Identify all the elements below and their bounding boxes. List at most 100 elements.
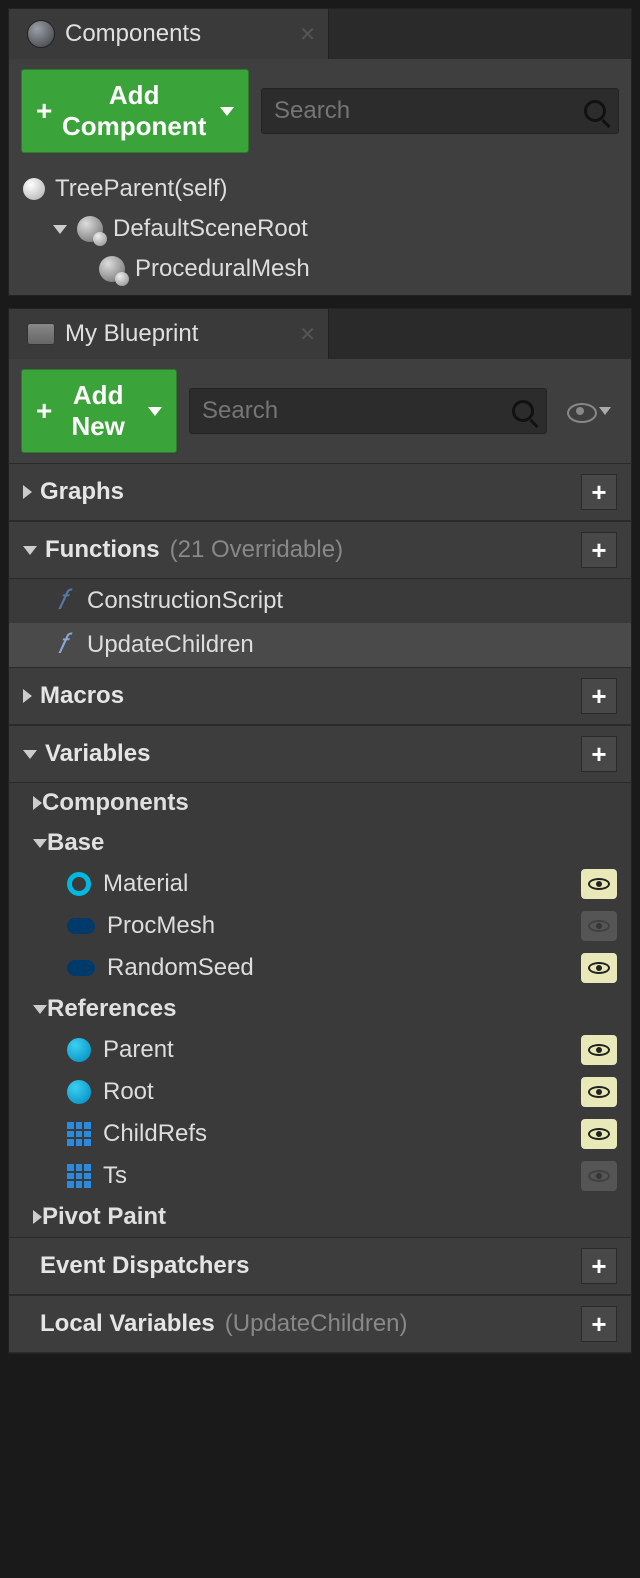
add-component-button[interactable]: + Add Component [21,69,249,153]
var-parent[interactable]: Parent [9,1029,631,1071]
blueprint-search[interactable] [189,388,547,434]
object-ref-icon [67,872,91,896]
var-name: RandomSeed [107,954,254,982]
event-dispatchers-header[interactable]: Event Dispatchers + [9,1237,631,1295]
chevron-right-icon [33,1210,42,1224]
object-icon [67,1080,91,1104]
visibility-toggle[interactable] [581,1035,617,1065]
components-toolbar: + Add Component [9,59,631,163]
chevron-down-icon [599,407,611,415]
function-icon: 𝑓 [49,629,75,661]
function-item-updatechildren[interactable]: 𝑓 UpdateChildren [9,623,631,667]
components-search[interactable] [261,88,619,134]
blueprint-tab[interactable]: My Blueprint ✕ [9,309,329,359]
var-randomseed[interactable]: RandomSeed [9,947,631,989]
local-variables-header[interactable]: Local Variables (UpdateChildren) + [9,1295,631,1353]
visibility-toggle[interactable] [581,869,617,899]
plus-icon: + [36,95,52,127]
blueprint-tab-icon [27,323,55,345]
visibility-toggle[interactable] [581,1161,617,1191]
var-procmesh[interactable]: ProcMesh [9,905,631,947]
add-dispatcher-button[interactable]: + [581,1248,617,1284]
var-group-label: Base [47,829,104,857]
var-group-base[interactable]: Base [9,823,631,863]
chevron-right-icon [23,485,32,499]
macros-label: Macros [40,682,124,710]
components-tree: TreeParent(self) DefaultSceneRoot Proced… [9,163,631,295]
function-name: ConstructionScript [87,587,283,615]
view-options-button[interactable] [559,403,619,419]
chevron-right-icon [23,689,32,703]
var-group-references[interactable]: References [9,989,631,1029]
components-tab-icon [27,20,55,48]
add-component-label: Add Component [60,80,208,142]
add-function-button[interactable]: + [581,532,617,568]
tree-row-procmesh[interactable]: ProceduralMesh [9,249,631,289]
var-group-components[interactable]: Components [9,783,631,823]
var-name: Ts [103,1162,127,1190]
add-local-var-button[interactable]: + [581,1306,617,1342]
var-root[interactable]: Root [9,1071,631,1113]
var-ts[interactable]: Ts [9,1155,631,1197]
add-new-label: Add New [60,380,136,442]
integer-icon [67,960,95,976]
components-tab[interactable]: Components ✕ [9,9,329,59]
var-name: Parent [103,1036,174,1064]
chevron-down-icon [23,750,37,759]
eye-icon [567,403,593,419]
function-item-construction[interactable]: 𝑓 ConstructionScript [9,579,631,623]
graphs-header[interactable]: Graphs + [9,463,631,521]
eye-icon [588,878,610,890]
search-icon [512,400,534,422]
close-icon[interactable]: ✕ [299,322,316,347]
tab-bar: My Blueprint ✕ [9,309,631,359]
close-icon[interactable]: ✕ [299,22,316,47]
visibility-toggle[interactable] [581,1077,617,1107]
macros-header[interactable]: Macros + [9,667,631,725]
blueprint-search-input[interactable] [202,397,512,425]
add-variable-button[interactable]: + [581,736,617,772]
functions-header[interactable]: Functions (21 Overridable) + [9,521,631,579]
add-macro-button[interactable]: + [581,678,617,714]
components-tab-label: Components [65,20,201,48]
tree-label-procmesh: ProceduralMesh [135,255,310,283]
components-panel: Components ✕ + Add Component TreeParent(… [8,8,632,296]
add-graph-button[interactable]: + [581,474,617,510]
object-icon [67,1038,91,1062]
var-group-pivotpaint[interactable]: Pivot Paint [9,1197,631,1237]
chevron-right-icon [33,796,42,810]
eye-closed-icon [588,920,610,932]
var-material[interactable]: Material [9,863,631,905]
var-name: ChildRefs [103,1120,207,1148]
blueprint-tab-label: My Blueprint [65,320,198,348]
variables-header[interactable]: Variables + [9,725,631,783]
chevron-down-icon [33,839,47,848]
tree-row-self[interactable]: TreeParent(self) [9,169,631,209]
visibility-toggle[interactable] [581,911,617,941]
var-childrefs[interactable]: ChildRefs [9,1113,631,1155]
add-new-button[interactable]: + Add New [21,369,177,453]
array-icon [67,1122,91,1146]
scene-component-icon [99,256,125,282]
chevron-down-icon [23,546,37,555]
eye-icon [588,1044,610,1056]
components-search-input[interactable] [274,97,584,125]
visibility-toggle[interactable] [581,953,617,983]
chevron-down-icon [33,1005,47,1014]
chevron-down-icon [220,107,234,116]
search-icon [584,100,606,122]
visibility-toggle[interactable] [581,1119,617,1149]
eye-icon [588,1086,610,1098]
var-group-label: Pivot Paint [42,1203,166,1231]
plus-icon: + [36,395,52,427]
chevron-down-icon[interactable] [53,225,67,234]
function-name: UpdateChildren [87,631,254,659]
var-name: Root [103,1078,154,1106]
tab-bar: Components ✕ [9,9,631,59]
tree-row-scene-root[interactable]: DefaultSceneRoot [9,209,631,249]
var-group-label: References [47,995,176,1023]
local-variables-sublabel: (UpdateChildren) [225,1310,408,1338]
eye-icon [588,962,610,974]
eye-icon [588,1128,610,1140]
blueprint-sections: Graphs + Functions (21 Overridable) + 𝑓 … [9,463,631,1353]
